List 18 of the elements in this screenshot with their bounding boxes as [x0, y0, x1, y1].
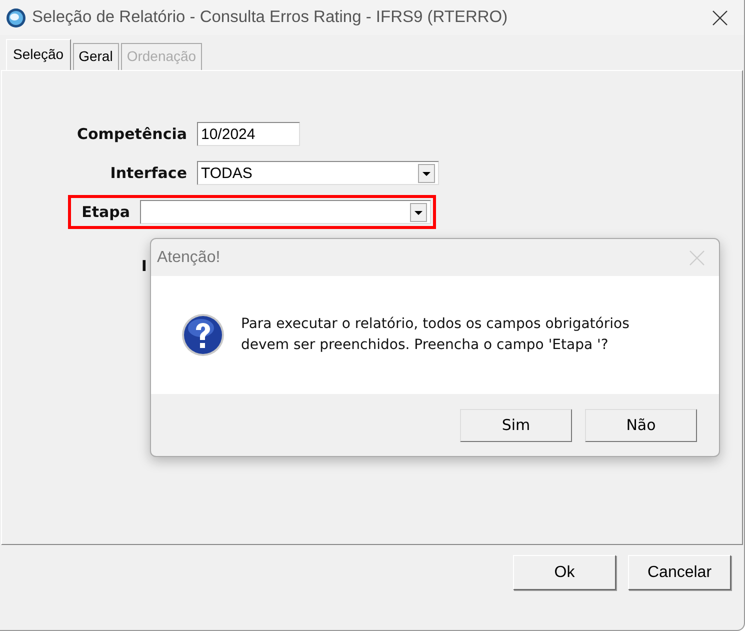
question-icon: [181, 313, 225, 357]
tab[interactable]: Seleção: [6, 39, 71, 70]
text-field[interactable]: 10/2024: [197, 122, 300, 146]
dialog-button[interactable]: Cancelar: [628, 555, 731, 590]
field-label: Interface: [109, 164, 187, 182]
field-label: Competência: [76, 125, 187, 143]
dialog-button[interactable]: Não: [585, 408, 697, 442]
tab[interactable]: Geral: [72, 43, 119, 70]
field-label: Etapa: [80, 203, 130, 221]
globe-logo-icon: [6, 8, 26, 28]
combo-box[interactable]: TODAS: [197, 161, 439, 185]
message-text: Para executar o relatório, todos os campos obrigatórios devem ser preenchidos. Preencha o campo 'Etapa '?: [241, 315, 630, 355]
dialog-button[interactable]: Ok: [513, 555, 616, 590]
dialog-button[interactable]: Sim: [460, 408, 572, 442]
close-icon[interactable]: [712, 10, 728, 26]
dialog-title: Atenção!: [157, 248, 220, 266]
field-label: I: [140, 257, 147, 275]
window-title: Seleção de Relatório - Consulta Erros Rating - IFRS9 (RTERRO): [32, 8, 509, 27]
